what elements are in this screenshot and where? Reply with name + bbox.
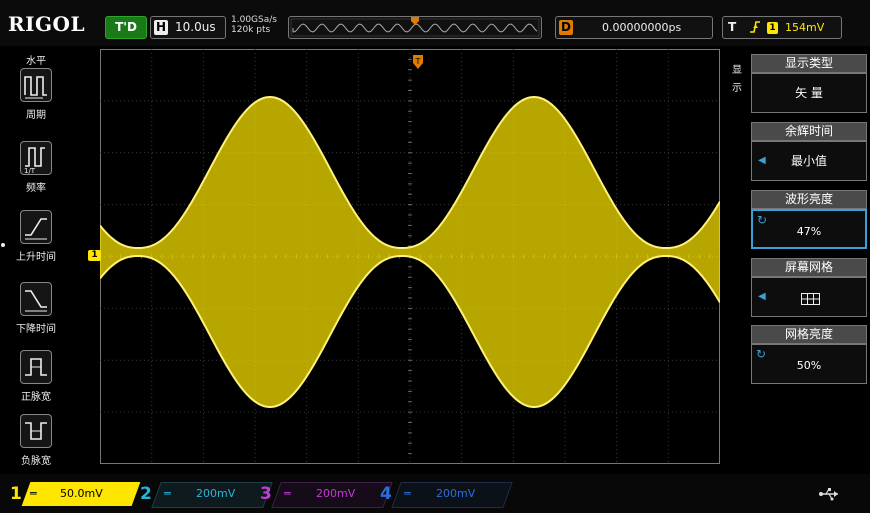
measure-negative-width-label: 负脉宽 (21, 456, 51, 467)
measure-period-label: 周期 (26, 110, 46, 121)
rise-time-icon (20, 210, 52, 244)
display-type-button[interactable]: 矢 量 (751, 73, 867, 113)
channel-4-tab[interactable]: 4 ═ 200mV (380, 482, 513, 508)
acquisition-info: 1.00GSa/s 120k pts (231, 15, 277, 35)
channel-3-scale: 200mV (316, 487, 356, 500)
measure-frequency-label: 频率 (26, 183, 46, 194)
rising-edge-icon (749, 19, 761, 39)
measure-fall-time-label: 下降时间 (16, 324, 56, 335)
display-type-value: 矢 量 (795, 86, 823, 100)
persistence-time-button[interactable]: ◀ 最小值 (751, 141, 867, 181)
measure-period-button[interactable]: 周期 (8, 68, 88, 130)
horizontal-measure-menu: 水平 周期 1/T 频率 上升时间 下降时间 正脉宽 负脉宽 (0, 46, 88, 472)
selection-dot (1, 243, 5, 247)
channel-1-number: 1 (10, 484, 22, 504)
horizontal-label: H (154, 20, 168, 35)
dc-coupling-icon: ═ (284, 487, 291, 500)
channel-3-tab[interactable]: 3 ═ 200mV (260, 482, 393, 508)
waveform-display[interactable]: T (100, 49, 720, 464)
channel-1-tab[interactable]: 1 ═ 50.0mV (10, 482, 141, 506)
screen-grid-title: 屏幕网格 (751, 258, 867, 277)
measure-frequency-button[interactable]: 1/T 频率 (8, 141, 88, 203)
memory-depth: 120k pts (231, 25, 271, 35)
dc-coupling-icon: ═ (164, 487, 171, 500)
trigger-source-badge: 1 (767, 22, 778, 34)
grid-intensity-button[interactable]: ↻ 50% (751, 344, 867, 384)
waveform-intensity-button[interactable]: ↻ 47% (751, 209, 867, 249)
channel-3-number: 3 (260, 484, 272, 504)
negative-width-icon (20, 414, 52, 448)
timebase-value: 10.0us (175, 20, 216, 34)
grid-intensity-title: 网格亮度 (751, 325, 867, 344)
measure-rise-time-label: 上升时间 (16, 252, 56, 263)
display-menu: 显示 显示类型 矢 量 余辉时间 ◀ 最小值 波形亮度 ↻ 47% 屏幕网格 ◀… (730, 46, 870, 472)
measure-positive-width-button[interactable]: 正脉宽 (8, 350, 88, 412)
positive-width-icon (20, 350, 52, 384)
trigger-label: T (728, 20, 737, 34)
waveform-intensity-value: 47% (796, 225, 822, 238)
frequency-icon: 1/T (20, 141, 52, 175)
channel-2-scale: 200mV (196, 487, 236, 500)
channel-2-number: 2 (140, 484, 152, 504)
waveform-intensity-title: 波形亮度 (751, 190, 867, 209)
trigger-status-badge[interactable]: T'D (105, 16, 147, 39)
measure-rise-time-button[interactable]: 上升时间 (8, 210, 88, 272)
delay-label: D (559, 20, 573, 35)
svg-text:T: T (415, 57, 421, 66)
left-arrow-icon: ◀ (758, 291, 766, 302)
oscilloscope-screen: RIGOL T'D H 10.0us 1.00GSa/s 120k pts D … (0, 0, 870, 513)
display-type-title: 显示类型 (751, 54, 867, 73)
delay-box[interactable]: D 0.00000000ps (555, 16, 713, 39)
dc-coupling-icon: ═ (30, 487, 37, 500)
svg-text:1/T: 1/T (24, 167, 36, 174)
full-grid-icon (801, 291, 821, 310)
screen-grid-button[interactable]: ◀ (751, 277, 867, 317)
persistence-time-title: 余辉时间 (751, 122, 867, 141)
usb-icon (818, 486, 840, 505)
grid-intensity-value: 50% (796, 359, 822, 372)
status-bar: RIGOL T'D H 10.0us 1.00GSa/s 120k pts D … (0, 0, 870, 46)
measure-fall-time-button[interactable]: 下降时间 (8, 282, 88, 344)
fall-time-icon (20, 282, 52, 316)
period-icon (20, 68, 52, 102)
delay-value: 0.00000000ps (602, 21, 682, 34)
measure-negative-width-button[interactable]: 负脉宽 (8, 414, 88, 476)
channel-2-tab[interactable]: 2 ═ 200mV (140, 482, 273, 508)
sample-rate: 1.00GSa/s (231, 15, 277, 25)
brand-logo: RIGOL (8, 12, 86, 36)
display-menu-side-title: 显示 (732, 65, 742, 94)
measure-positive-width-label: 正脉宽 (21, 392, 51, 403)
channel-1-scale: 50.0mV (60, 487, 103, 500)
persistence-time-value: 最小值 (790, 154, 827, 168)
left-menu-title: 水平 (26, 56, 46, 67)
channel-bar: 1 ═ 50.0mV 2 ═ 200mV 3 ═ 200mV 4 ═ 200mV (0, 474, 870, 513)
trigger-position-marker-icon (411, 17, 419, 25)
trigger-level: 154mV (785, 21, 825, 34)
memory-overview-bar[interactable] (288, 16, 542, 39)
horizontal-timebase-box[interactable]: H 10.0us (150, 16, 226, 39)
dc-coupling-icon: ═ (404, 487, 411, 500)
channel-4-scale: 200mV (436, 487, 476, 500)
channel-1-offset-marker[interactable]: 1 (88, 250, 101, 261)
channel-4-number: 4 (380, 484, 392, 504)
trigger-settings-box[interactable]: T 1 154mV (722, 16, 842, 39)
memory-waveform-thumbnail (290, 17, 540, 37)
